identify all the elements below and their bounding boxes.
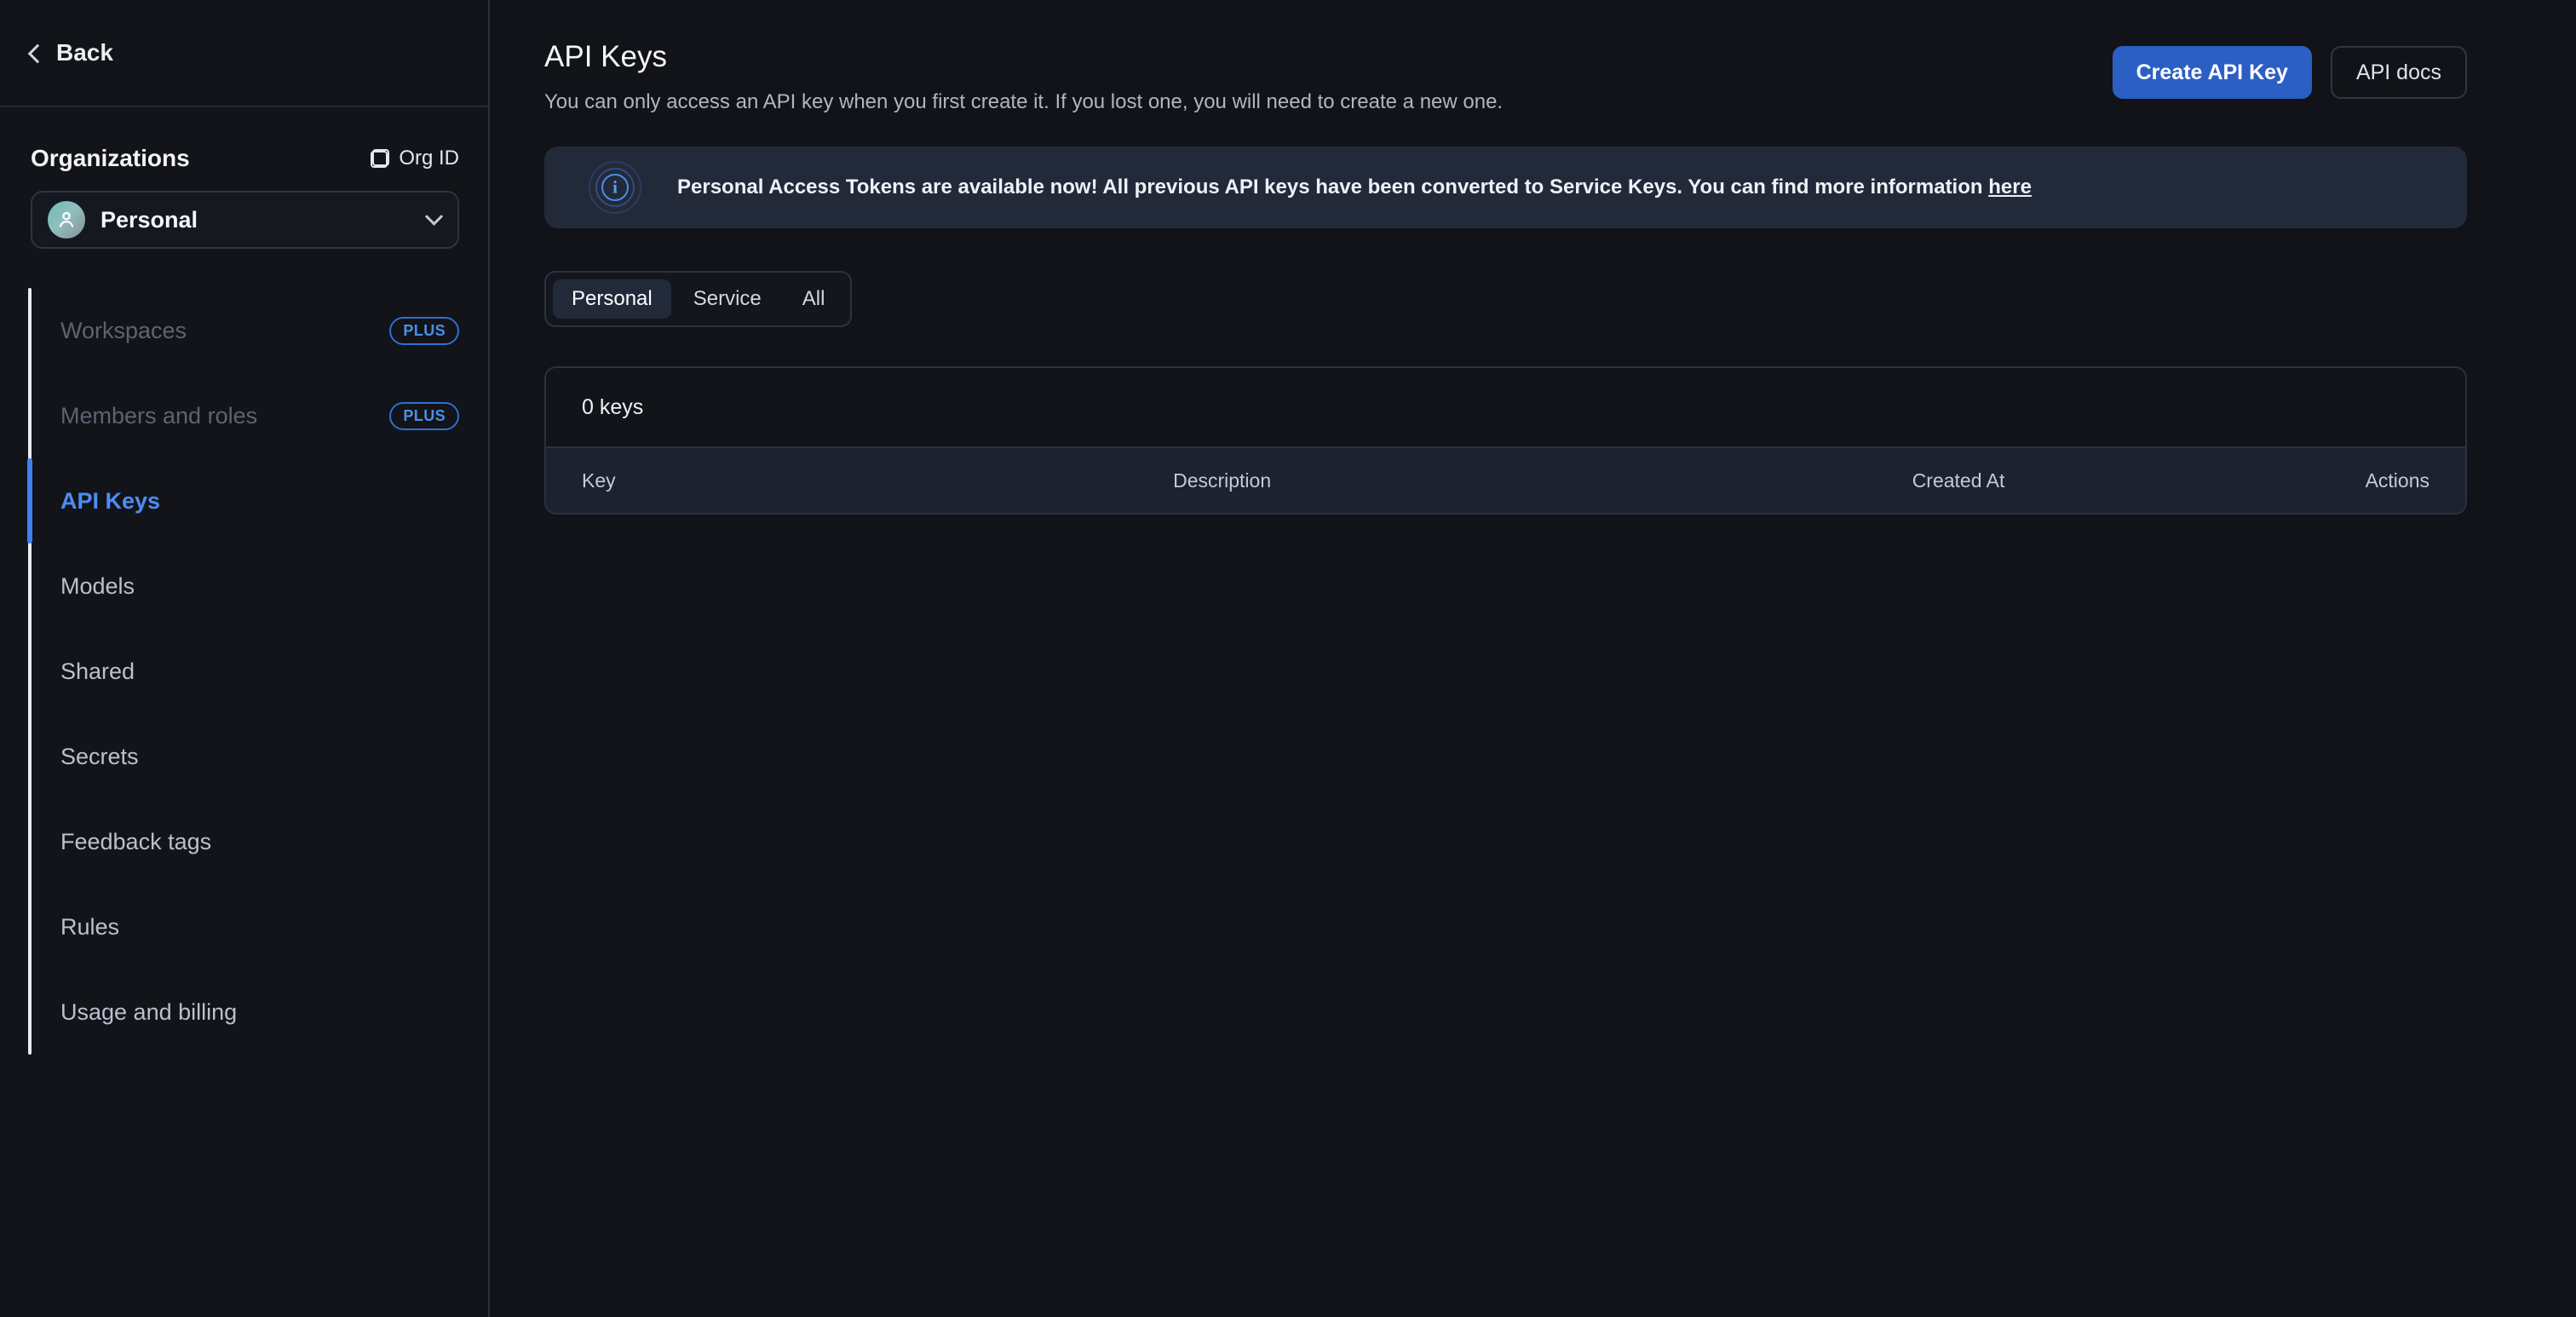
table-header-row: Key Description Created At Actions xyxy=(546,446,2465,513)
sidebar-item-workspaces: Workspaces PLUS xyxy=(31,288,490,373)
page-header: API Keys You can only access an API key … xyxy=(544,0,2467,114)
organizations-title: Organizations xyxy=(31,145,190,171)
page-header-actions: Create API Key API docs xyxy=(2112,39,2467,99)
column-header-actions: Actions xyxy=(2365,469,2429,492)
sidebar-item-label: Usage and billing xyxy=(60,998,238,1025)
tab-service[interactable]: Service xyxy=(675,279,780,319)
keys-count-label: 0 keys xyxy=(546,368,2465,446)
api-docs-button[interactable]: API docs xyxy=(2330,46,2467,99)
sidebar-item-members-and-roles: Members and roles PLUS xyxy=(31,373,490,458)
key-type-tabs: Personal Service All xyxy=(544,271,853,327)
organizations-header: Organizations Org ID xyxy=(31,145,459,172)
info-banner: i Personal Access Tokens are available n… xyxy=(544,147,2467,228)
plus-badge: PLUS xyxy=(389,401,459,430)
page-header-text: API Keys You can only access an API key … xyxy=(544,39,2113,114)
tab-all[interactable]: All xyxy=(784,279,844,319)
sidebar-item-models[interactable]: Models xyxy=(31,543,490,629)
sidebar: Back Organizations Org ID Personal Works… xyxy=(0,0,490,1317)
info-banner-text: Personal Access Tokens are available now… xyxy=(677,175,2032,199)
sidebar-item-shared[interactable]: Shared xyxy=(31,629,490,714)
org-id-label: Org ID xyxy=(399,147,459,170)
chevron-down-icon xyxy=(424,207,444,226)
sidebar-item-label: Models xyxy=(60,572,135,599)
api-keys-page: Back Organizations Org ID Personal Works… xyxy=(0,0,2576,1317)
plus-badge: PLUS xyxy=(389,316,459,345)
page-subtitle: You can only access an API key when you … xyxy=(544,90,1504,113)
info-banner-link[interactable]: here xyxy=(1988,175,2032,198)
copy-org-id-button[interactable]: Org ID xyxy=(371,147,459,170)
tab-personal[interactable]: Personal xyxy=(553,279,671,319)
page-title: API Keys xyxy=(544,40,667,73)
sidebar-item-usage-and-billing[interactable]: Usage and billing xyxy=(31,969,490,1055)
copy-icon xyxy=(371,149,390,168)
sidebar-item-label: Secrets xyxy=(60,743,139,769)
sidebar-item-api-keys[interactable]: API Keys xyxy=(31,458,490,543)
chevron-left-icon xyxy=(27,43,48,63)
column-header-description: Description xyxy=(1173,469,1272,492)
organizations-section: Organizations Org ID Personal xyxy=(0,107,490,249)
info-banner-message: Personal Access Tokens are available now… xyxy=(677,175,1989,198)
sidebar-item-secrets[interactable]: Secrets xyxy=(31,714,490,799)
sidebar-item-rules[interactable]: Rules xyxy=(31,884,490,969)
avatar xyxy=(48,201,85,239)
column-header-key: Key xyxy=(582,469,616,492)
back-button[interactable]: Back xyxy=(27,39,113,66)
sidebar-item-feedback-tags[interactable]: Feedback tags xyxy=(31,799,490,884)
sidebar-item-label: Members and roles xyxy=(60,402,258,428)
selected-organization-label: Personal xyxy=(101,206,198,233)
create-api-key-button[interactable]: Create API Key xyxy=(2112,46,2312,99)
organization-selector[interactable]: Personal xyxy=(31,191,459,249)
back-button-label: Back xyxy=(56,39,113,66)
api-keys-table: 0 keys Key Description Created At Action… xyxy=(544,366,2467,515)
sidebar-item-label: Workspaces xyxy=(60,317,187,343)
sidebar-item-label: Rules xyxy=(60,913,120,940)
sidebar-nav: Workspaces PLUS Members and roles PLUS API K… xyxy=(0,288,490,1055)
sidebar-item-label: Feedback tags xyxy=(60,828,212,854)
info-icon: i xyxy=(589,161,641,214)
sidebar-item-label: Shared xyxy=(60,658,135,684)
main-content: API Keys You can only access an API key … xyxy=(490,0,2576,1317)
sidebar-header: Back xyxy=(0,0,490,107)
column-header-created-at: Created At xyxy=(1912,469,2005,492)
sidebar-item-label: API Keys xyxy=(60,487,161,514)
